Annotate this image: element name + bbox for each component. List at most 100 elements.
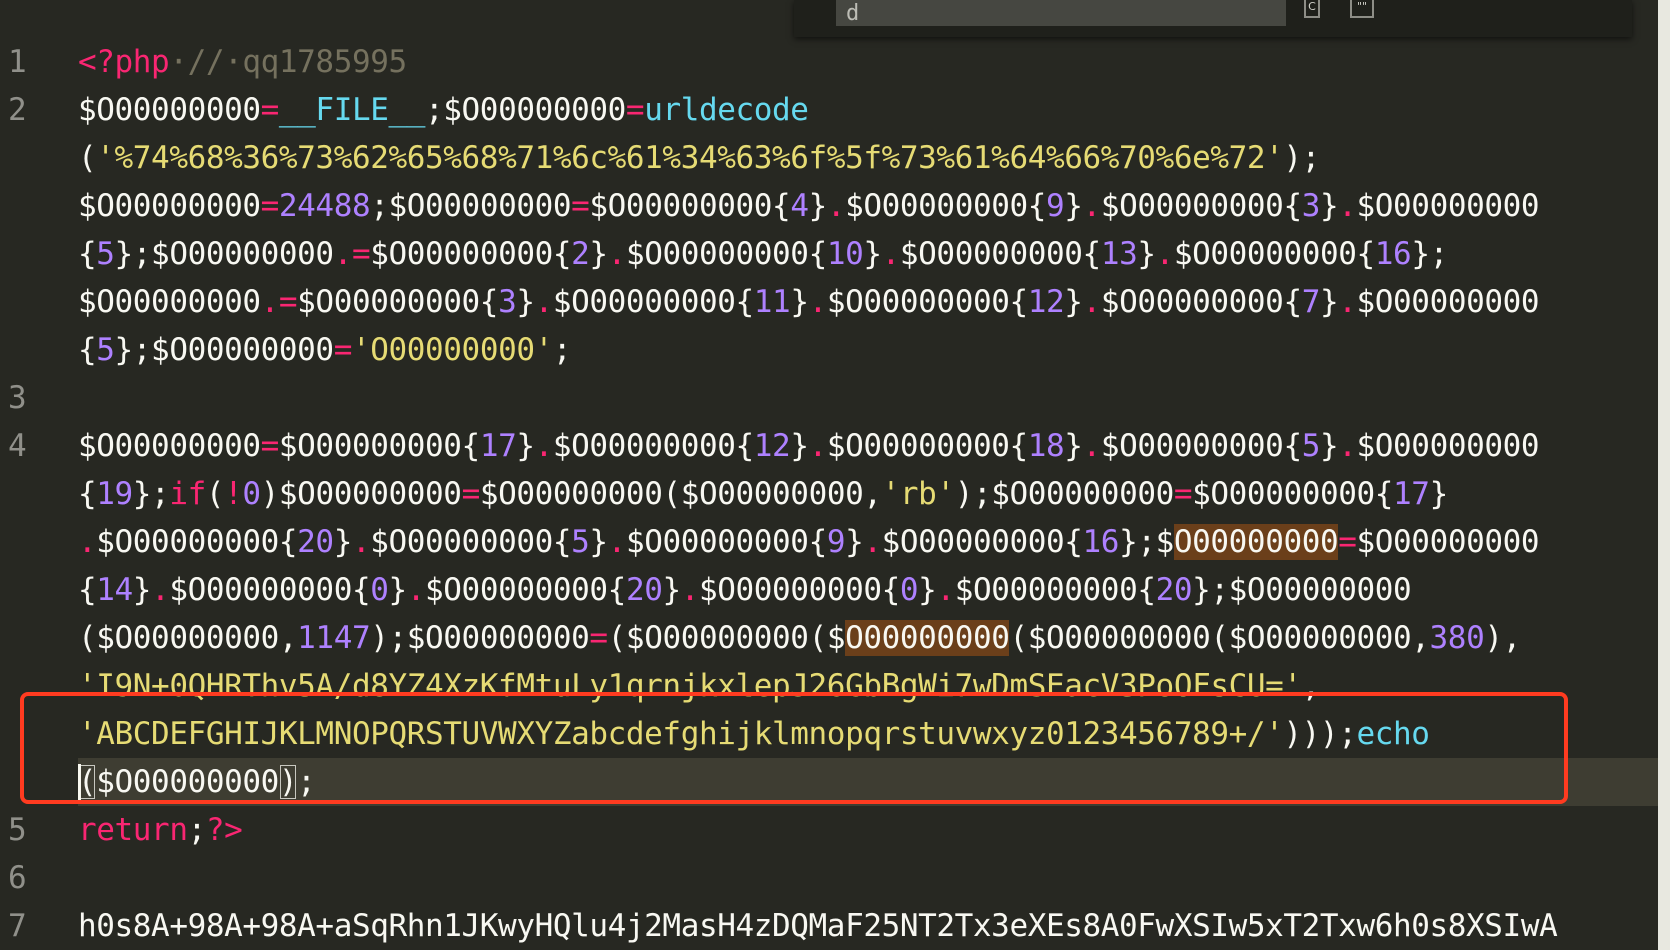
code-token: . — [808, 428, 828, 464]
line-number: 3 — [8, 380, 27, 416]
code-line[interactable]: {5};$O00000000='O00000000'; — [78, 326, 572, 374]
code-token: $O00000000{ — [954, 572, 1156, 608]
code-token: . — [1338, 284, 1357, 320]
code-token: 5 — [96, 332, 115, 368]
code-token: 12 — [1027, 284, 1065, 320]
code-token: $O00000000{ — [899, 236, 1101, 272]
code-token: { — [78, 332, 97, 368]
code-token: . — [406, 572, 426, 608]
code-token: 2 — [571, 236, 590, 272]
code-line[interactable]: ('%74%68%36%73%62%65%68%71%6c%61%34%63%6… — [78, 134, 1320, 182]
code-token: } — [388, 572, 408, 608]
code-token: ; — [187, 812, 207, 848]
code-token: $O00000000{ — [297, 284, 499, 320]
code-token: 1147 — [297, 620, 371, 656]
code-token: )$O00000000 — [260, 476, 462, 512]
code-token: .= — [260, 284, 298, 320]
code-token: = — [589, 620, 608, 656]
code-token: );$O00000000 — [370, 620, 590, 656]
code-token: ;$O00000000 — [370, 188, 572, 224]
code-line[interactable]: $O00000000.=$O00000000{3}.$O00000000{11}… — [78, 278, 1540, 326]
code-token: return — [78, 812, 188, 848]
code-token: { — [78, 572, 97, 608]
code-token: $O00000000($O00000000, — [479, 476, 882, 512]
code-token: $O00000000{ — [845, 188, 1047, 224]
line-number: 7 — [8, 908, 27, 944]
code-token: 0 — [242, 476, 261, 512]
code-token: . — [351, 524, 371, 560]
code-token: 12 — [753, 428, 791, 464]
code-line[interactable]: ($O00000000,1147);$O00000000=($O00000000… — [78, 614, 1521, 662]
code-token: ;$O00000000 — [425, 92, 626, 128]
code-token: $O00000000{ — [1173, 236, 1375, 272]
code-line[interactable]: $O00000000=24488;$O00000000=$O00000000{4… — [78, 182, 1540, 230]
code-token: ($O00000000($O00000000, — [1009, 620, 1430, 656]
code-token: . — [78, 524, 97, 560]
code-token: 3 — [498, 284, 517, 320]
code-token: } — [863, 236, 882, 272]
whole-word-toggle[interactable]: "" — [1350, 0, 1374, 18]
code-line[interactable]: {5};$O00000000.=$O00000000{2}.$O00000000… — [78, 230, 1448, 278]
code-token: };$O00000000 — [114, 236, 335, 272]
code-token: } — [516, 428, 535, 464]
code-token: $O00000000 — [78, 188, 261, 224]
code-token: = — [260, 428, 280, 464]
line-number: 5 — [8, 812, 27, 848]
code-token: $O00000000{ — [169, 572, 371, 608]
code-token: O00000000 — [845, 620, 1010, 656]
code-token: $O00000000 — [1356, 428, 1540, 464]
code-token: ( — [78, 140, 97, 176]
code-line[interactable]: return;?> — [78, 806, 243, 854]
code-token: = — [625, 92, 645, 128]
code-line[interactable]: h0s8A+98A+98A+aSqRhn1JKwyHQlu4j2MasH4zDQ… — [78, 902, 1558, 950]
code-token: $O00000000{ — [278, 428, 480, 464]
code-token: . — [534, 428, 554, 464]
code-token: } — [1429, 476, 1449, 512]
code-token: 20 — [1155, 572, 1193, 608]
code-token: . — [1155, 236, 1175, 272]
code-token: = — [1173, 476, 1193, 512]
code-token: ·//·qq1785995 — [169, 44, 407, 80]
code-token: 14 — [96, 572, 133, 608]
code-token: . — [863, 524, 882, 560]
code-token: };$ — [1119, 524, 1174, 560]
code-token: $O00000000{ — [96, 524, 298, 560]
code-token: } — [1137, 236, 1156, 272]
code-token: ; — [552, 332, 572, 368]
case-sensitive-toggle[interactable]: C — [1304, 0, 1320, 18]
code-token: 380 — [1429, 620, 1485, 656]
code-token: . — [1338, 188, 1357, 224]
code-token: ?> — [205, 812, 243, 848]
code-token: $O00000000{ — [625, 236, 827, 272]
code-token: $O00000000{ — [826, 428, 1028, 464]
code-token: 9 — [1046, 188, 1065, 224]
code-line[interactable]: $O00000000=$O00000000{17}.$O00000000{12}… — [78, 422, 1540, 470]
code-token: 5 — [96, 236, 115, 272]
annotation-highlight-box — [20, 692, 1568, 804]
code-line[interactable]: {14}.$O00000000{0}.$O00000000{20}.$O0000… — [78, 566, 1412, 614]
code-token: . — [151, 572, 170, 608]
code-line[interactable]: $O00000000=__FILE__;$O00000000=urldecode — [78, 86, 809, 134]
code-token: 16 — [1374, 236, 1412, 272]
find-input[interactable] — [836, 0, 1286, 26]
code-token: $O00000000 — [78, 284, 261, 320]
code-token: 7 — [1301, 284, 1321, 320]
code-token: = — [260, 92, 280, 128]
code-token: } — [1319, 284, 1339, 320]
code-token: . — [826, 188, 846, 224]
code-line[interactable]: {19};if(!0)$O00000000=$O00000000($O00000… — [78, 470, 1448, 518]
code-line[interactable]: <?php·//·qq1785995 — [78, 38, 407, 86]
code-token: $O00000000{ — [370, 236, 572, 272]
code-token: $O00000000 — [78, 428, 261, 464]
code-token: $O00000000{ — [1192, 476, 1394, 512]
code-token: } — [132, 572, 152, 608]
code-token: 20 — [297, 524, 334, 560]
code-token: 0 — [370, 572, 389, 608]
code-line[interactable]: .$O00000000{20}.$O00000000{5}.$O00000000… — [78, 518, 1540, 566]
code-token: . — [607, 524, 627, 560]
code-token: 5 — [571, 524, 590, 560]
code-token: } — [589, 524, 608, 560]
code-token: $O00000000{ — [552, 284, 754, 320]
code-editor[interactable]: 1234567 <?php·//·qq1785995 $O00000000=__F… — [0, 0, 1670, 950]
line-number: 1 — [8, 44, 27, 80]
